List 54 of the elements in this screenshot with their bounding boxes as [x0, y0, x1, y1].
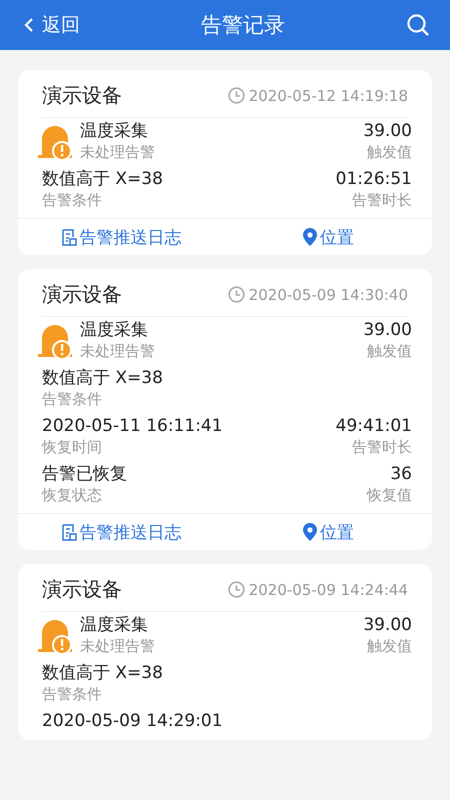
field-label: 告警条件: [42, 684, 102, 704]
field-label: 告警条件: [42, 389, 102, 409]
log-icon: [62, 228, 76, 246]
field-label: 恢复时间: [42, 437, 102, 457]
field-label: 恢复状态: [42, 485, 102, 505]
field-label: 触发值: [367, 341, 412, 361]
device-name: 演示设备: [42, 281, 122, 308]
alarm-name: 温度采集: [80, 614, 148, 636]
chevron-left-icon: [24, 17, 34, 33]
field-value: 39.00: [363, 614, 412, 636]
field-value: 告警已恢复: [42, 463, 127, 485]
clock-icon: [228, 286, 245, 303]
field-label: 告警条件: [42, 190, 102, 210]
field-value: 数值高于 X=38: [42, 367, 163, 389]
clock-icon: [228, 87, 245, 104]
field-value: 2020-05-09 14:29:01: [42, 710, 223, 732]
alarm-record-card[interactable]: 演示设备 2020-05-09 14:24:44 温度采集 未处理告警 39.00 触发值 数值高于 X=38 告警条件 2020-05-09 14:29:01: [18, 564, 432, 740]
field-label: 告警时长: [352, 190, 412, 210]
search-icon: [406, 13, 430, 37]
field-value: 49:41:01: [336, 415, 412, 437]
device-name: 演示设备: [42, 82, 122, 109]
location-button[interactable]: 位置: [225, 226, 432, 248]
push-log-button[interactable]: 告警推送日志: [18, 520, 225, 544]
push-log-button[interactable]: 告警推送日志: [18, 226, 225, 248]
alarm-status: 未处理告警: [80, 341, 155, 361]
search-button[interactable]: [406, 13, 430, 37]
alarm-status: 未处理告警: [80, 142, 155, 162]
location-pin-icon: [303, 228, 317, 246]
field-value: 36: [390, 463, 412, 485]
field-value: 2020-05-11 16:11:41: [42, 415, 223, 437]
clock-icon: [228, 581, 245, 598]
field-label: 触发值: [367, 636, 412, 656]
location-pin-icon: [303, 523, 317, 541]
back-button[interactable]: 返回: [24, 12, 80, 38]
alarm-time: 2020-05-09 14:30:40: [248, 286, 408, 304]
log-icon: [62, 524, 76, 540]
field-value: 39.00: [363, 120, 412, 142]
alarm-time: 2020-05-12 14:19:18: [248, 86, 408, 104]
alarm-time: 2020-05-09 14:24:44: [248, 580, 408, 598]
location-button[interactable]: 位置: [225, 520, 432, 544]
field-value: 01:26:51: [336, 168, 412, 190]
field-value: 数值高于 X=38: [42, 168, 163, 190]
field-label: 告警时长: [352, 437, 412, 457]
device-name: 演示设备: [42, 576, 122, 603]
page-title: 告警记录: [201, 12, 285, 39]
alarm-record-card[interactable]: 演示设备 2020-05-09 14:30:40 温度采集 未处理告警 39.00 触发值 数值高于 X=38 告警条件 2020-05-11 16:11:41 恢复时间 49:41:01 告警时长 告警已恢复 恢复状态 36 恢复值 告警推送日志 位置: [18, 269, 432, 550]
alarm-name: 温度采集: [80, 319, 148, 341]
alarm-name: 温度采集: [80, 120, 148, 142]
alarm-status: 未处理告警: [80, 636, 155, 656]
field-value: 数值高于 X=38: [42, 662, 163, 684]
field-label: 触发值: [367, 142, 412, 162]
field-value: 39.00: [363, 319, 412, 341]
field-label: 恢复值: [367, 485, 412, 505]
alarm-record-card[interactable]: 演示设备 2020-05-12 14:19:18 温度采集 未处理告警 39.00 触发值 数值高于 X=38 告警条件 01:26:51 告警时长 告警推送日志 位置: [18, 70, 432, 255]
